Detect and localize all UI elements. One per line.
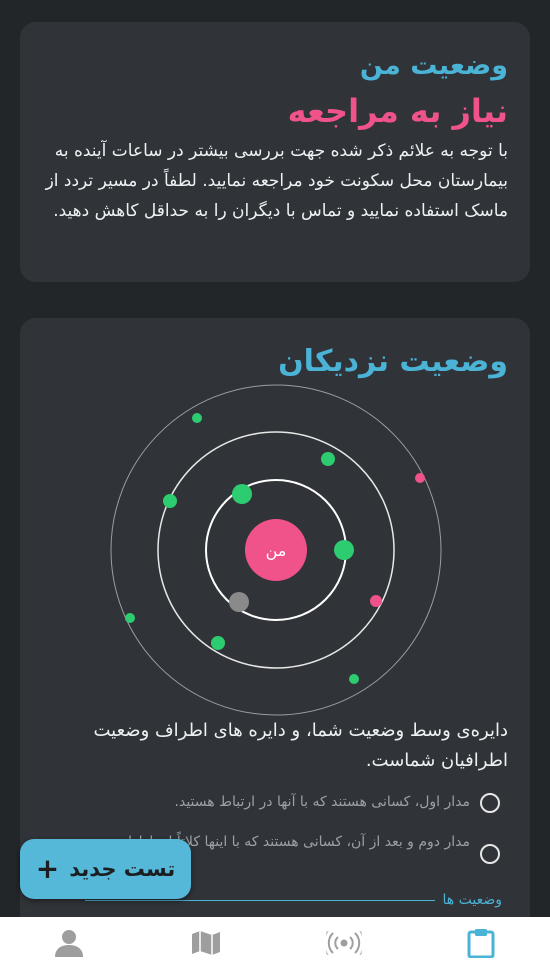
- my-status-card: وضعیت من نیاز به مراجعه با توجه به علائم…: [20, 22, 530, 282]
- orbit-dot-green[interactable]: [321, 452, 335, 466]
- bottom-nav: [0, 917, 550, 969]
- legend-first-orbit-text: مدار اول، کسانی هستند که با آنها در ارتب…: [174, 794, 470, 810]
- nav-tab-map[interactable]: [176, 917, 236, 969]
- orbit-dot-green[interactable]: [334, 540, 354, 560]
- my-status-title: وضعیت من: [359, 50, 508, 81]
- orbit-explanation: دایره‌ی وسط وضعیت شما، و دایره های اطراف…: [93, 720, 509, 771]
- my-status-value: نیاز به مراجعه: [287, 92, 508, 130]
- radio-button[interactable]: [480, 844, 500, 864]
- new-test-label: تست جدید: [69, 857, 176, 881]
- my-status-description: با توجه به علائم ذکر شده جهت بررسی بیشتر…: [45, 141, 508, 221]
- orbit-dot-green[interactable]: [125, 613, 135, 623]
- orbit-dot-pink[interactable]: [370, 595, 382, 607]
- nav-tab-broadcast[interactable]: [314, 917, 374, 969]
- radio-button[interactable]: [480, 793, 500, 813]
- map-icon: [192, 931, 221, 955]
- orbit-dot-green[interactable]: [211, 636, 225, 650]
- orbit-dot-green[interactable]: [163, 494, 177, 508]
- clipboard-icon: [467, 929, 495, 958]
- statuses-tab-label[interactable]: وضعیت ها: [443, 892, 502, 908]
- nav-tab-profile[interactable]: [39, 917, 99, 969]
- nav-tab-clipboard[interactable]: [451, 917, 511, 969]
- legend-first-orbit[interactable]: مدار اول، کسانی هستند که با آنها در ارتب…: [42, 790, 500, 814]
- orbit-dot-green[interactable]: [192, 413, 202, 423]
- orbit-dot-gray[interactable]: [229, 592, 249, 612]
- new-test-button[interactable]: تست جدید +: [20, 839, 191, 899]
- broadcast-icon: [325, 931, 362, 955]
- profile-icon: [54, 930, 83, 957]
- orbit-dot-green[interactable]: [349, 674, 359, 684]
- plus-icon: +: [35, 852, 60, 885]
- center-me-label: من: [266, 541, 287, 561]
- orbit-diagram: من: [20, 318, 530, 718]
- tab-underline: [84, 899, 435, 901]
- orbit-dot-pink[interactable]: [415, 473, 425, 483]
- orbit-svg: من: [110, 384, 442, 716]
- orbit-dot-green[interactable]: [232, 484, 252, 504]
